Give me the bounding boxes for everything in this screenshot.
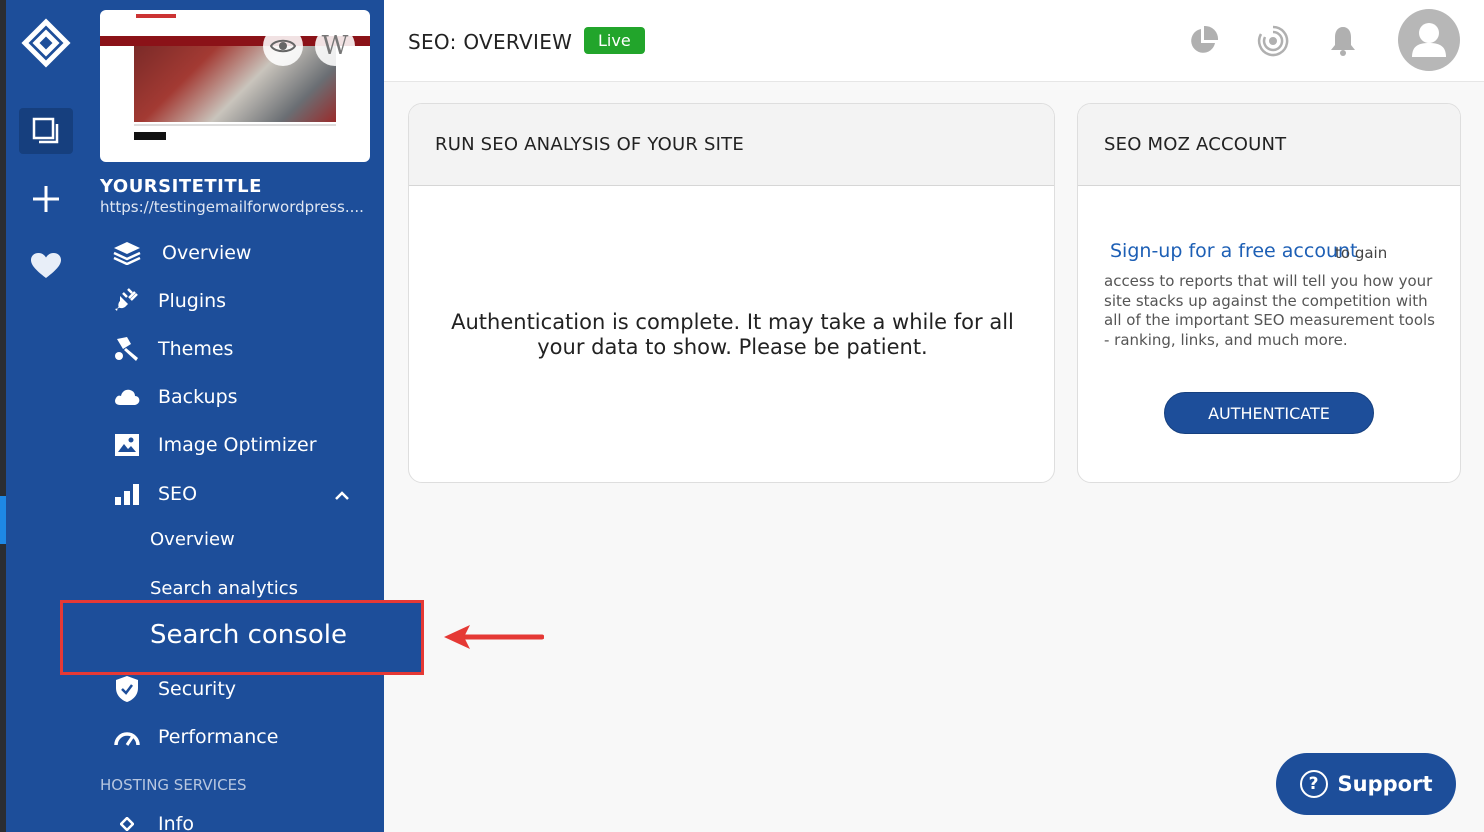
sidebar-item-label: Security	[158, 678, 237, 700]
preview-eye-icon[interactable]	[263, 26, 303, 66]
icon-rail	[6, 0, 87, 832]
site-panel: W YOURSITETITLE https://testingemailforw…	[87, 0, 384, 832]
seo-analysis-card: RUN SEO ANALYSIS OF YOUR SITE Authentica…	[408, 103, 1055, 483]
support-button[interactable]: ? Support	[1276, 753, 1456, 815]
signup-suffix: to gain	[1335, 244, 1388, 262]
shield-icon	[112, 674, 142, 704]
sub-item-seo-overview[interactable]: Overview	[150, 529, 235, 550]
add-site-icon[interactable]	[19, 176, 73, 222]
sidebar-item-info[interactable]: Info	[112, 806, 372, 832]
bar-chart-icon	[112, 479, 142, 509]
sidebar-item-label: Themes	[158, 338, 234, 360]
pie-chart-icon[interactable]	[1186, 24, 1220, 58]
auth-complete-message: Authentication is complete. It may take …	[451, 310, 1014, 359]
sidebar-item-themes[interactable]: Themes	[112, 331, 372, 367]
user-avatar[interactable]	[1398, 9, 1460, 71]
gauge-icon	[112, 722, 142, 752]
image-icon	[112, 430, 142, 460]
sidebar-item-label: Info	[158, 813, 194, 832]
seo-analysis-card-title: RUN SEO ANALYSIS OF YOUR SITE	[409, 104, 1054, 186]
site-title: YOURSITETITLE	[100, 176, 262, 197]
thumbnail-footer	[134, 132, 166, 140]
plug-icon	[112, 286, 142, 316]
brush-icon	[112, 334, 142, 364]
sidebar-item-label: Performance	[158, 726, 279, 748]
annotation-arrow	[444, 625, 544, 649]
sites-icon[interactable]	[19, 108, 73, 154]
favorite-heart-icon[interactable]	[19, 243, 73, 289]
sub-item-search-analytics[interactable]: Search analytics	[150, 578, 298, 599]
thumbnail-line	[134, 124, 336, 126]
logo-icon[interactable]	[19, 18, 73, 68]
activity-spinner-icon[interactable]	[1256, 24, 1290, 58]
sidebar-item-label: Plugins	[158, 290, 227, 312]
sidebar-item-performance[interactable]: Performance	[112, 719, 372, 755]
help-icon: ?	[1299, 770, 1328, 798]
status-badge: Live	[584, 27, 645, 54]
sidebar-item-seo[interactable]: SEO	[112, 476, 372, 512]
layers-icon	[112, 238, 142, 268]
moz-card-title: SEO MOZ ACCOUNT	[1078, 104, 1460, 186]
sidebar-item-label: Overview	[162, 242, 252, 264]
section-label-hosting: HOSTING SERVICES	[100, 776, 247, 794]
site-thumbnail[interactable]: W	[100, 10, 370, 162]
thumbnail-photo	[134, 46, 336, 122]
bell-icon[interactable]	[1326, 24, 1360, 58]
sidebar-item-label: Image Optimizer	[158, 434, 317, 456]
sidebar-item-overview[interactable]: Overview	[112, 235, 372, 271]
page-title: SEO: OVERVIEW	[408, 30, 573, 54]
top-header: SEO: OVERVIEW Live	[384, 0, 1484, 82]
wordpress-icon[interactable]: W	[315, 26, 355, 66]
sidebar-item-plugins[interactable]: Plugins	[112, 283, 372, 319]
sub-item-search-console[interactable]: Search console	[60, 600, 424, 675]
sidebar-item-label: SEO	[158, 483, 198, 505]
sidebar-item-backups[interactable]: Backups	[112, 379, 372, 415]
moz-description: access to reports that will tell you how…	[1104, 272, 1435, 349]
authenticate-button[interactable]: AUTHENTICATE	[1164, 392, 1374, 434]
site-url[interactable]: https://testingemailforwordpress....	[100, 198, 370, 216]
signup-link[interactable]: Sign-up for a free account	[1110, 240, 1357, 262]
support-label: Support	[1337, 772, 1433, 796]
chevron-up-icon[interactable]	[334, 484, 350, 506]
cloud-icon	[112, 382, 142, 412]
sidebar-item-label: Backups	[158, 386, 238, 408]
diamond-icon	[112, 809, 142, 832]
search-console-label: Search console	[150, 620, 347, 650]
moz-account-card: SEO MOZ ACCOUNT Sign-up for a free accou…	[1077, 103, 1461, 483]
thumbnail-logo	[136, 14, 176, 18]
sidebar-item-security[interactable]: Security	[112, 671, 372, 707]
sidebar-item-image-optimizer[interactable]: Image Optimizer	[112, 427, 372, 463]
